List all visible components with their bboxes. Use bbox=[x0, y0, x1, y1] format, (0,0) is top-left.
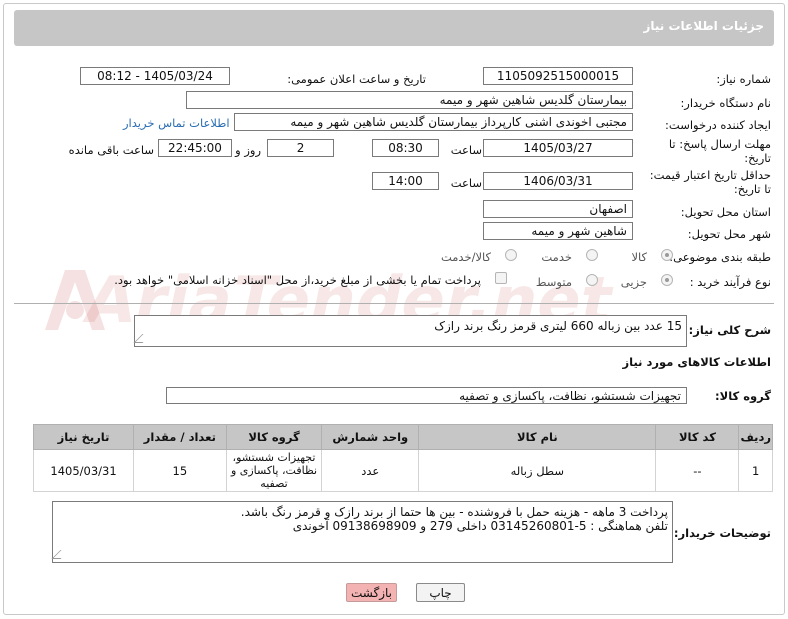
buyer-contact-link[interactable]: اطلاعات تماس خریدار bbox=[123, 116, 230, 130]
th-group: گروه کالا bbox=[225, 424, 323, 450]
treasury-note: پرداخت تمام یا بخشی از مبلغ خرید،از محل … bbox=[114, 273, 481, 287]
need-summary-textarea[interactable]: 15 عدد بین زباله 660 لیتری قرمز رنگ برند… bbox=[133, 315, 687, 347]
goods-info-title: اطلاعات کالاهای مورد نیاز bbox=[622, 355, 771, 369]
category-option-service: خدمت bbox=[541, 250, 572, 264]
buyer-notes-textarea[interactable]: پرداخت 3 ماهه - هزینه حمل با فروشنده - ب… bbox=[51, 501, 673, 563]
th-name: نام کالا bbox=[418, 424, 657, 450]
need-number-field: 1105092515000015 bbox=[483, 67, 633, 85]
cell-code: -- bbox=[655, 449, 740, 492]
resize-handle-icon[interactable] bbox=[51, 550, 70, 559]
deadline-date-field: 1405/03/27 bbox=[483, 139, 633, 157]
deadline-days-field: 2 bbox=[267, 139, 334, 157]
purchase-radio-medium[interactable] bbox=[586, 274, 598, 286]
purchase-option-minor: جزیی bbox=[620, 275, 647, 289]
purchase-option-medium: متوسط bbox=[535, 275, 572, 289]
th-qty: تعداد / مقدار bbox=[133, 424, 227, 450]
cell-row: 1 bbox=[738, 449, 773, 492]
need-summary-text: 15 عدد بین زباله 660 لیتری قرمز رنگ برند… bbox=[434, 319, 682, 333]
buyer-org-label: نام دستگاه خریدار: bbox=[680, 96, 771, 110]
th-date: تاریخ نیاز bbox=[32, 424, 135, 450]
buyer-notes-label: توضیحات خریدار: bbox=[673, 526, 771, 540]
deadline-days-label: روز و bbox=[235, 143, 261, 157]
category-option-goods-service: کالا/خدمت bbox=[440, 250, 491, 264]
validity-date-field: 1406/03/31 bbox=[483, 172, 633, 190]
resize-handle-icon[interactable] bbox=[133, 334, 152, 343]
buyer-org-field: بیمارستان گلدیس شاهین شهر و میمه bbox=[186, 91, 633, 109]
th-row: ردیف bbox=[738, 424, 773, 450]
buyer-notes-line-2: تلفن هماهنگی : 5-03145260801 داخلی 279 و… bbox=[292, 519, 668, 533]
buyer-notes-line-1: پرداخت 3 ماهه - هزینه حمل با فروشنده - ب… bbox=[240, 505, 668, 519]
th-unit: واحد شمارش bbox=[321, 424, 420, 450]
purchase-radio-minor[interactable] bbox=[661, 274, 673, 286]
category-radio-service[interactable] bbox=[586, 249, 598, 261]
remaining-time-label: ساعت باقی مانده bbox=[68, 143, 154, 157]
goods-group-field: تجهیزات شستشو، نظافت، پاکسازی و تصفیه bbox=[166, 387, 687, 404]
print-button[interactable]: چاپ bbox=[416, 583, 465, 602]
announce-label: تاریخ و ساعت اعلان عمومی: bbox=[287, 72, 426, 86]
cell-date: 1405/03/31 bbox=[32, 449, 135, 492]
need-number-label: شماره نیاز: bbox=[716, 72, 771, 86]
table-header-row: ردیف کد کالا نام کالا واحد شمارش گروه کا… bbox=[32, 424, 773, 450]
cell-name: سطل زباله bbox=[418, 449, 657, 492]
requester-field: مجتبی اخوندی اشنی کارپرداز بیمارستان گلد… bbox=[234, 113, 633, 131]
category-radio-goods[interactable] bbox=[661, 249, 673, 261]
table-row: 1 -- سطل زباله عدد تجهیزات شستشو، نظافت،… bbox=[32, 449, 773, 492]
remaining-time-field: 22:45:00 bbox=[158, 139, 232, 157]
city-field: شاهین شهر و میمه bbox=[483, 222, 633, 240]
validity-time-field: 14:00 bbox=[372, 172, 439, 190]
need-summary-label: شرح کلی نیاز: bbox=[688, 323, 771, 337]
category-radio-goods-service[interactable] bbox=[505, 249, 517, 261]
page-title: جزئیات اطلاعات نیاز bbox=[643, 19, 764, 33]
deadline-time-field: 08:30 bbox=[372, 139, 439, 157]
purchase-type-label: نوع فرآیند خرید : bbox=[689, 275, 771, 289]
cell-qty: 15 bbox=[133, 449, 227, 492]
province-label: استان محل تحویل: bbox=[680, 205, 771, 219]
cell-unit: عدد bbox=[321, 449, 420, 492]
treasury-checkbox[interactable] bbox=[495, 272, 507, 284]
requester-label: ایجاد کننده درخواست: bbox=[665, 118, 771, 132]
category-option-goods: کالا bbox=[631, 250, 647, 264]
province-field: اصفهان bbox=[483, 200, 633, 218]
th-code: کد کالا bbox=[655, 424, 740, 450]
deadline-label-2: تاریخ: bbox=[744, 151, 771, 165]
goods-group-label: گروه کالا: bbox=[715, 389, 771, 403]
items-table: ردیف کد کالا نام کالا واحد شمارش گروه کا… bbox=[32, 424, 773, 492]
deadline-label: مهلت ارسال پاسخ: تا bbox=[668, 137, 771, 151]
deadline-time-label: ساعت bbox=[450, 143, 482, 157]
back-button[interactable]: بازگشت bbox=[346, 583, 397, 602]
cell-group: تجهیزات شستشو، نظافت، پاکسازی و تصفیه bbox=[225, 449, 323, 492]
validity-label: حداقل تاریخ اعتبار قیمت: bbox=[649, 168, 771, 182]
announce-field: 1405/03/24 - 08:12 bbox=[80, 67, 230, 85]
category-label: طبقه بندی موضوعی: bbox=[669, 250, 771, 264]
city-label: شهر محل تحویل: bbox=[687, 227, 771, 241]
divider-1 bbox=[14, 303, 774, 304]
validity-label-2: تا تاریخ: bbox=[733, 182, 771, 196]
validity-time-label: ساعت bbox=[450, 176, 482, 190]
